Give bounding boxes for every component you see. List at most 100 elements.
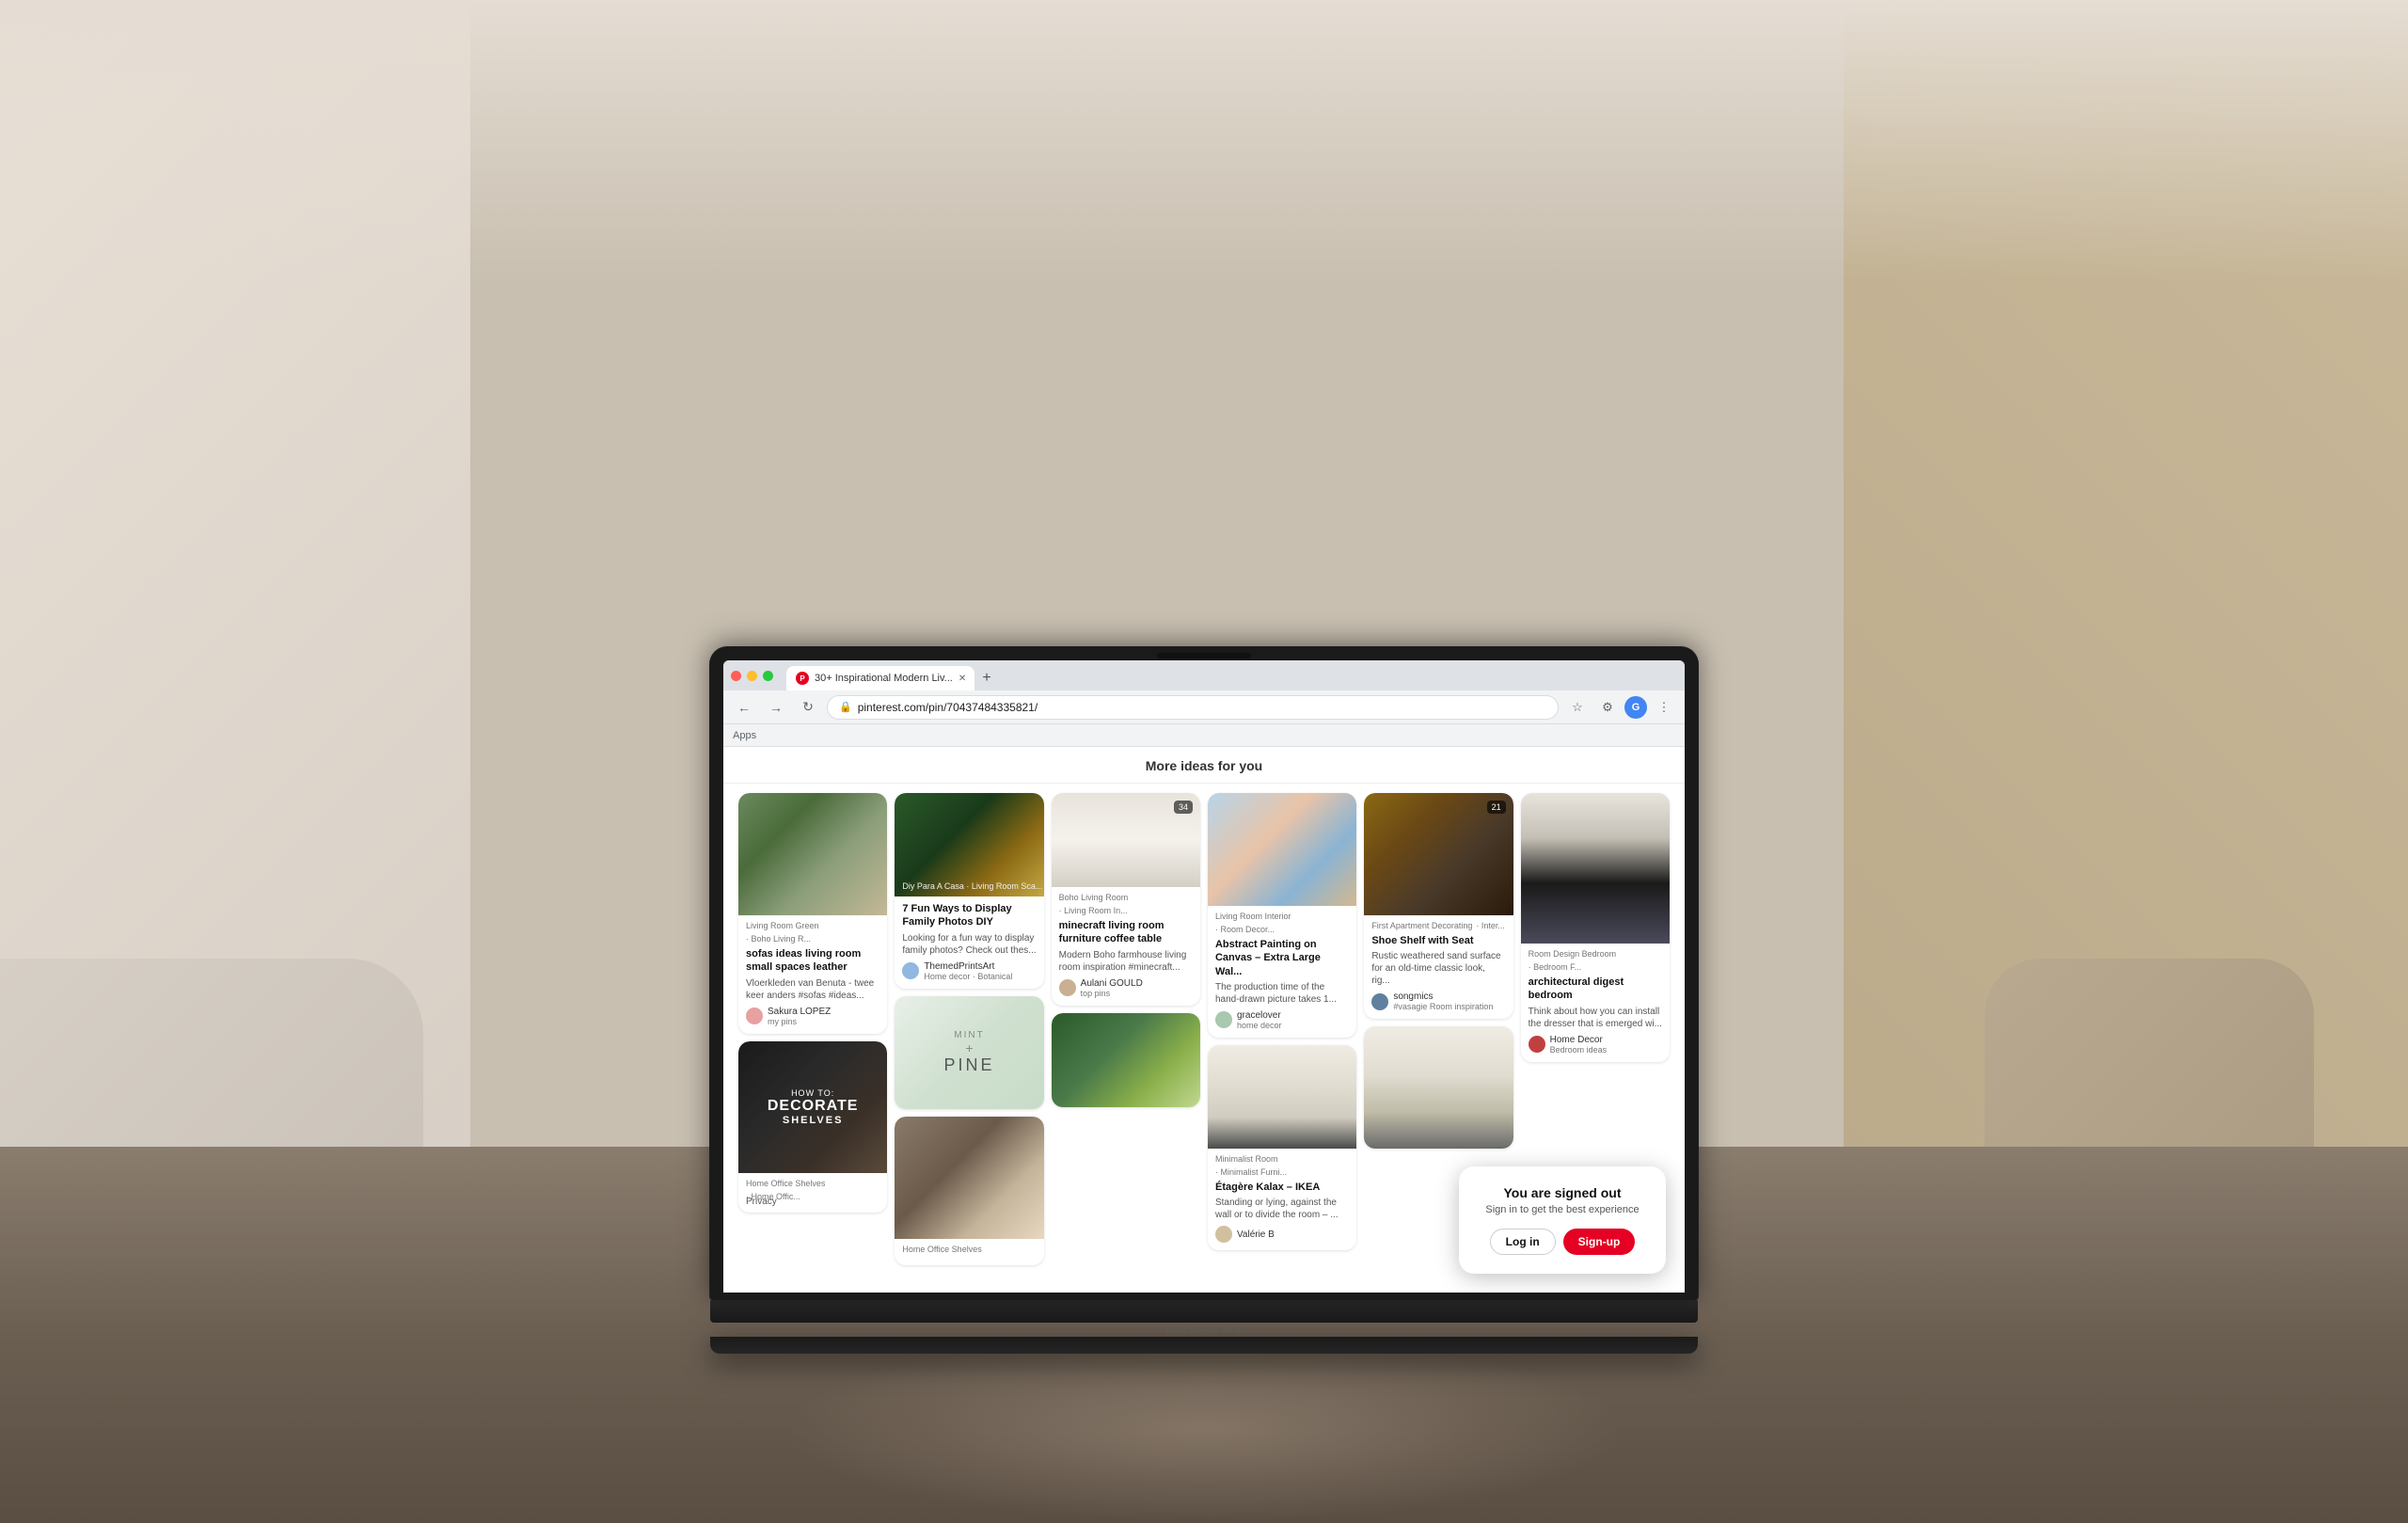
pin-tags: Living Room Interior · Room Decor... <box>1215 912 1349 934</box>
pin-title: 7 Fun Ways to Display Family Photos DIY <box>902 902 1036 929</box>
laptop-camera <box>1157 653 1251 658</box>
author-avatar <box>1529 1036 1545 1053</box>
pin-card-dark-office[interactable]: HOW TO: DECORATE SHELVES Home Office She… <box>738 1041 887 1213</box>
pin-card-green-room[interactable] <box>1052 1013 1200 1107</box>
bookmarks-bar: Apps <box>723 724 1685 747</box>
masonry-grid: Living Room Green · Boho Living R... sof… <box>723 784 1685 1293</box>
lock-icon: 🔒 <box>839 701 852 713</box>
pin-card-etagere[interactable]: Minimalist Room · Minimalist Furni... Ét… <box>1208 1045 1356 1250</box>
pin-image-living-green <box>738 793 887 915</box>
reload-button[interactable]: ↻ <box>795 694 821 721</box>
signed-out-buttons: Log in Sign-up <box>1481 1229 1643 1255</box>
author-name: gracelover <box>1237 1010 1282 1021</box>
overlay-text: HOW TO: DECORATE SHELVES <box>768 1088 859 1126</box>
pin-title: Shoe Shelf with Seat <box>1371 934 1505 947</box>
masonry-col-3: Boho Living Room · Living Room In... min… <box>1052 793 1200 1292</box>
masonry-col-4: Living Room Interior · Room Decor... Abs… <box>1208 793 1356 1292</box>
pin-tags: Home Office Shelves <box>902 1245 1036 1254</box>
pin-tag: · Minimalist Furni... <box>1215 1167 1287 1177</box>
pin-title: minecraft living room furniture coffee t… <box>1059 919 1193 946</box>
browser-titlebar: P 30+ Inspirational Modern Liv... ✕ + <box>723 660 1685 690</box>
pin-badge: 21 <box>1487 801 1506 814</box>
pin-tag: Minimalist Room <box>1215 1154 1278 1164</box>
pin-desc: Rustic weathered sand surface for an old… <box>1371 950 1505 987</box>
author-board: home decor <box>1237 1021 1282 1030</box>
pin-desc: Vloerkleden van Benuta - twee keer ander… <box>746 977 879 1002</box>
pin-card-mint-pine[interactable]: MINT + PINE <box>895 996 1043 1109</box>
pin-desc: Modern Boho farmhouse living room inspir… <box>1059 949 1193 974</box>
pin-author: songmics #vasagie Room inspiration <box>1371 992 1505 1011</box>
masonry-col-6: Room Design Bedroom · Bedroom F... archi… <box>1521 793 1670 1292</box>
signed-out-desc: Sign in to get the best experience <box>1481 1204 1643 1215</box>
pin-tags: First Apartment Decorating · Inter... <box>1371 921 1505 930</box>
pin-card-shelf-decor[interactable]: Home Office Shelves <box>895 1117 1043 1265</box>
pin-card-lanterns[interactable]: Diy Para A Casa · Living Room Sca... 7 F… <box>895 793 1043 989</box>
pin-title: architectural digest bedroom <box>1529 976 1662 1003</box>
pin-badge: 34 <box>1174 801 1193 814</box>
login-button[interactable]: Log in <box>1490 1229 1556 1255</box>
pin-desc: Standing or lying, against the wall or t… <box>1215 1197 1349 1221</box>
pin-card-bedroom[interactable]: Room Design Bedroom · Bedroom F... archi… <box>1521 793 1670 1062</box>
table-reflection <box>781 1335 1627 1523</box>
pin-desc: The production time of the hand-drawn pi… <box>1215 981 1349 1006</box>
pin-tags: Room Design Bedroom · Bedroom F... <box>1529 949 1662 972</box>
pin-card-white-living[interactable]: Boho Living Room · Living Room In... min… <box>1052 793 1200 1006</box>
author-board: top pins <box>1081 989 1143 998</box>
pin-info: Home Office Shelves <box>895 1239 1043 1265</box>
profile-avatar[interactable]: G <box>1624 696 1647 719</box>
url-display: pinterest.com/pin/70437484335821/ <box>858 701 1038 714</box>
pin-card-shelf-seat[interactable]: First Apartment Decorating · Inter... Sh… <box>1364 793 1513 1019</box>
masonry-col-2: Diy Para A Casa · Living Room Sca... 7 F… <box>895 793 1043 1292</box>
author-avatar <box>1215 1011 1232 1028</box>
pin-title: Étagère Kalax – IKEA <box>1215 1181 1349 1194</box>
pin-card-living-green[interactable]: Living Room Green · Boho Living R... sof… <box>738 793 887 1034</box>
overlay-large: DECORATE <box>768 1098 859 1115</box>
author-avatar <box>1215 1226 1232 1243</box>
maximize-button[interactable] <box>763 671 773 681</box>
laptop: P 30+ Inspirational Modern Liv... ✕ + ← … <box>710 647 1698 1354</box>
pin-tag: · Room Decor... <box>1215 925 1275 934</box>
section-title: More ideas for you <box>723 747 1685 784</box>
browser-toolbar: ← → ↻ 🔒 pinterest.com/pin/70437484335821… <box>723 690 1685 724</box>
pin-info: 7 Fun Ways to Display Family Photos DIY … <box>895 896 1043 989</box>
pin-image-etagere <box>1208 1045 1356 1149</box>
pin-tags: Living Room Green · Boho Living R... <box>746 921 879 944</box>
pin-author: gracelover home decor <box>1215 1010 1349 1030</box>
privacy-label: Privacy <box>746 1197 777 1207</box>
pin-image-mint-pine: MINT + PINE <box>895 996 1043 1109</box>
pin-tag: · Bedroom F... <box>1529 962 1582 972</box>
background-top <box>0 0 2408 282</box>
author-avatar <box>1059 979 1076 996</box>
new-tab-button[interactable]: + <box>974 666 999 690</box>
mint-pine-plus: + <box>943 1040 994 1055</box>
traffic-lights <box>731 671 773 681</box>
active-tab[interactable]: P 30+ Inspirational Modern Liv... ✕ <box>786 666 974 690</box>
address-bar[interactable]: 🔒 pinterest.com/pin/70437484335821/ <box>827 695 1559 720</box>
tab-close-button[interactable]: ✕ <box>958 672 966 685</box>
pin-card-abstract-canvas[interactable]: Living Room Interior · Room Decor... Abs… <box>1208 793 1356 1038</box>
minimize-button[interactable] <box>747 671 757 681</box>
close-button[interactable] <box>731 671 741 681</box>
pin-author: Home Decor Bedroom ideas <box>1529 1035 1662 1055</box>
bookmark-icon[interactable]: ☆ <box>1564 694 1591 721</box>
pin-author: Aulani GOULD top pins <box>1059 978 1193 998</box>
bookmarks-apps-label: Apps <box>733 730 756 741</box>
laptop-lid: P 30+ Inspirational Modern Liv... ✕ + ← … <box>710 647 1698 1300</box>
author-board: #vasagie Room inspiration <box>1393 1002 1493 1011</box>
toolbar-right: ☆ ⚙ G ⋮ <box>1564 694 1677 721</box>
pin-tag: Boho Living Room <box>1059 893 1129 902</box>
pin-author: ThemedPrintsArt Home decor · Botanical <box>902 961 1036 981</box>
menu-icon[interactable]: ⋮ <box>1651 694 1677 721</box>
pin-card-minimalist-shelf[interactable] <box>1364 1026 1513 1149</box>
signed-out-overlay: You are signed out Sign in to get the be… <box>1459 1166 1666 1274</box>
back-button[interactable]: ← <box>731 694 757 721</box>
overlay-small: HOW TO: <box>768 1088 859 1098</box>
forward-button[interactable]: → <box>763 694 789 721</box>
signup-button[interactable]: Sign-up <box>1563 1229 1636 1255</box>
extension-icon[interactable]: ⚙ <box>1594 694 1621 721</box>
laptop-bottom-bezel <box>710 1300 1698 1323</box>
author-name: ThemedPrintsArt <box>924 961 1012 972</box>
pin-tag: · Boho Living R... <box>746 934 811 944</box>
pin-title: sofas ideas living room small spaces lea… <box>746 947 879 975</box>
pin-tag: Room Design Bedroom <box>1529 949 1617 959</box>
